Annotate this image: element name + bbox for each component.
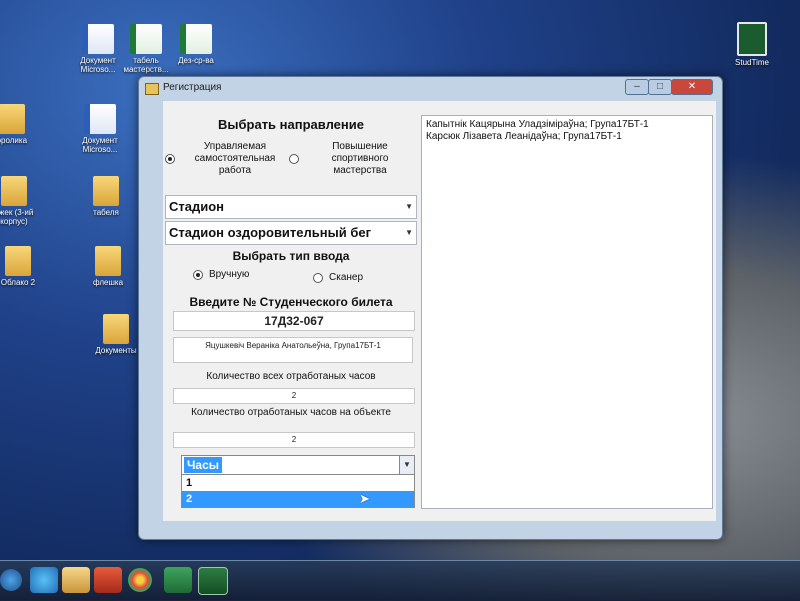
hours-dropdown-list: 1 2 xyxy=(181,475,415,508)
excel-document-icon xyxy=(130,24,162,54)
desktop-icon-label: Документ Microso... xyxy=(82,136,118,154)
radio-manual-label: Вручную xyxy=(209,269,250,280)
registered-students-list[interactable]: Капытнік Кацярына Уладзіміраўна; Група17… xyxy=(421,115,713,509)
desktop-icon-label: Облако 2 xyxy=(0,278,36,287)
app-window-icon xyxy=(145,83,159,95)
desktop-icon-word-2[interactable]: Документ Microso... xyxy=(70,104,130,154)
excel-document-icon xyxy=(180,24,212,54)
place-combobox-value: Стадион xyxy=(169,199,225,214)
maximize-button[interactable]: □ xyxy=(648,79,672,95)
radio-managed-work[interactable]: Управляемая самостоятельная работа xyxy=(165,141,289,177)
student-id-heading: Введите № Студенческого билета xyxy=(189,295,393,309)
studtime-app-icon xyxy=(737,22,767,56)
chevron-down-icon[interactable]: ▼ xyxy=(405,202,413,211)
object-hours-label: Количество отработаных часов на объекте xyxy=(191,407,391,418)
desktop-icon-label: табель мастерств... xyxy=(123,56,169,74)
hours-option-2[interactable]: 2 xyxy=(182,491,414,507)
start-button-icon[interactable] xyxy=(0,569,22,591)
radio-selected-indicator xyxy=(193,269,203,280)
radio-unselected-indicator xyxy=(313,272,323,283)
excel-taskbar-icon[interactable] xyxy=(164,567,192,593)
folder-icon xyxy=(95,246,121,276)
student-name-field: Яцушкевіч Вераніка Анатольеўна, Група17Б… xyxy=(173,337,413,363)
folder-icon xyxy=(0,104,25,134)
student-id-input[interactable]: 17Д32-067 xyxy=(173,311,415,331)
desktop-icon-studtime[interactable]: StudTime xyxy=(722,22,782,67)
desktop-icon-label: эролика xyxy=(0,136,28,145)
desktop-icon-folder-3[interactable]: табеля xyxy=(76,176,136,217)
window-client-area: Выбрать направление Управляемая самостоя… xyxy=(163,101,716,521)
folder-icon xyxy=(1,176,27,206)
chrome-icon[interactable] xyxy=(128,568,152,592)
window-titlebar[interactable]: Регистрация – □ ✕ xyxy=(139,77,722,99)
place-combobox[interactable]: Стадион ▼ xyxy=(165,195,417,219)
radio-managed-work-label: Управляемая самостоятельная работа xyxy=(194,141,276,176)
desktop-icon-label: Документы xyxy=(95,346,137,355)
window-title: Регистрация xyxy=(163,82,222,93)
desktop-icon-folder-6[interactable]: Документы xyxy=(86,314,146,355)
radio-unselected-indicator xyxy=(289,154,299,164)
folder-icon xyxy=(5,246,31,276)
object-hours-field: 2 xyxy=(173,432,415,448)
desktop-icon-label: ежек (3-ий корпус) xyxy=(0,208,34,226)
studtime-taskbar-icon[interactable] xyxy=(198,567,228,595)
folder-icon xyxy=(103,314,129,344)
desktop-icon-label: флешка xyxy=(92,278,124,287)
word-document-icon xyxy=(82,24,114,54)
list-item[interactable]: Капытнік Кацярына Уладзіміраўна; Група17… xyxy=(422,119,712,131)
radio-scanner[interactable]: Сканер xyxy=(313,272,363,283)
taskbar xyxy=(0,560,800,601)
close-button[interactable]: ✕ xyxy=(671,79,713,95)
radio-sport-mastery-label: Повышение спортивного мастерства xyxy=(331,141,389,176)
desktop-icon-label: табеля xyxy=(93,208,119,217)
word-document-icon xyxy=(84,104,116,134)
file-explorer-icon[interactable] xyxy=(62,567,90,593)
radio-manual[interactable]: Вручную xyxy=(193,269,249,280)
desktop-icon-label: Дез-ср-ва xyxy=(178,56,214,65)
desktop-icon-folder-4[interactable]: Облако 2 xyxy=(0,246,48,287)
internet-explorer-icon[interactable] xyxy=(30,567,58,593)
chevron-down-icon[interactable]: ▼ xyxy=(399,456,414,474)
hours-dropdown-selected: Часы xyxy=(184,457,223,473)
hours-dropdown[interactable]: Часы ▼ 1 2 xyxy=(181,455,415,508)
minimize-button[interactable]: – xyxy=(625,79,649,95)
desktop-icon-label: Документ Microso... xyxy=(80,56,116,74)
radio-selected-indicator xyxy=(165,154,175,164)
radio-scanner-label: Сканер xyxy=(329,272,364,283)
desktop-icon-folder-2[interactable]: ежек (3-ий корпус) xyxy=(0,176,44,226)
desktop-icon-xls-2[interactable]: Дез-ср-ва xyxy=(166,24,226,65)
activity-combobox[interactable]: Стадион оздоровительный бег ▼ xyxy=(165,221,417,245)
radio-sport-mastery[interactable]: Повышение спортивного мастерства xyxy=(289,141,415,177)
input-type-heading: Выбрать тип ввода xyxy=(232,249,350,263)
total-hours-field: 2 xyxy=(173,388,415,404)
list-item[interactable]: Карсюк Лізавета Леанідаўна; Група17БТ-1 xyxy=(422,131,712,143)
desktop-icon-label: StudTime xyxy=(735,58,769,67)
folder-icon xyxy=(93,176,119,206)
hours-dropdown-header[interactable]: Часы ▼ xyxy=(181,455,415,475)
mouse-pointer-icon: ➤ xyxy=(359,491,370,506)
total-hours-label: Количество всех отработаных часов xyxy=(206,371,376,382)
activity-combobox-value: Стадион оздоровительный бег xyxy=(169,225,372,240)
media-player-icon[interactable] xyxy=(94,567,122,593)
chevron-down-icon[interactable]: ▼ xyxy=(405,228,413,237)
registration-form: Выбрать направление Управляемая самостоя… xyxy=(163,101,419,521)
hours-option-1[interactable]: 1 xyxy=(182,475,414,491)
registration-window: Регистрация – □ ✕ Выбрать направление Уп… xyxy=(138,76,723,540)
direction-heading: Выбрать направление xyxy=(218,117,364,132)
desktop-icon-folder-1[interactable]: эролика xyxy=(0,104,42,145)
desktop-icon-folder-5[interactable]: флешка xyxy=(78,246,138,287)
